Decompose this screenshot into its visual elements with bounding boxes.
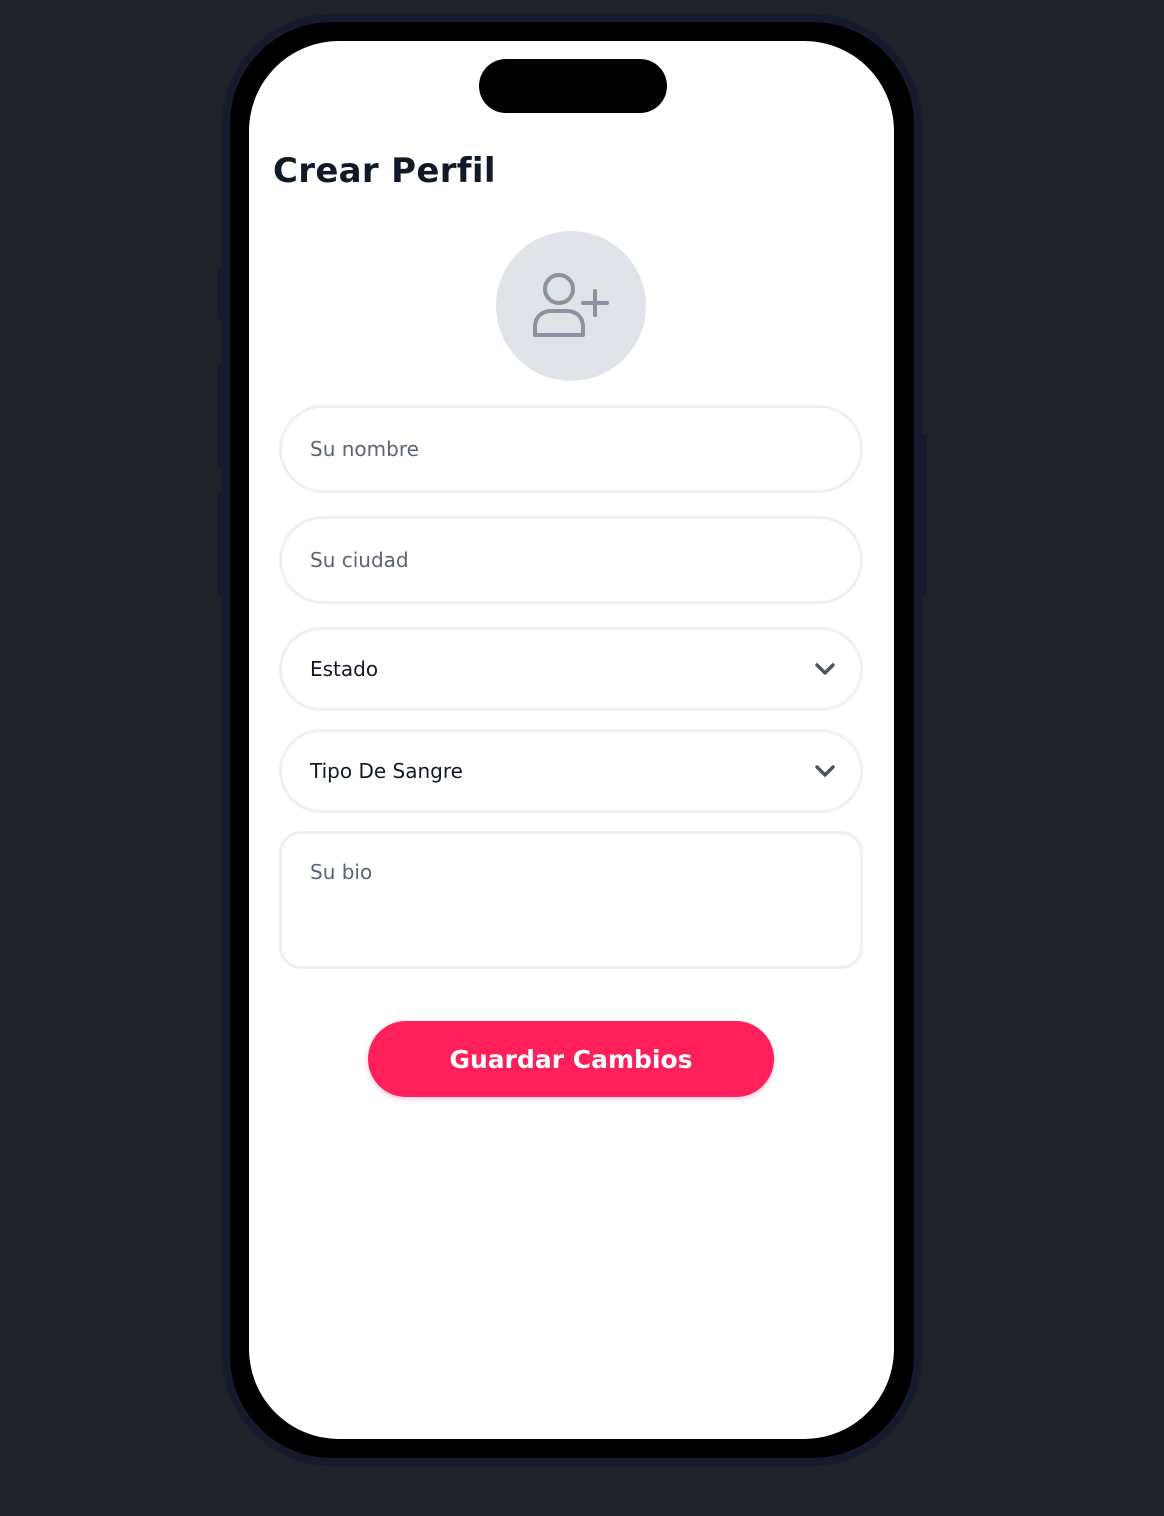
dynamic-island: [479, 59, 667, 113]
save-changes-button[interactable]: Guardar Cambios: [368, 1021, 774, 1097]
avatar-upload-button[interactable]: [496, 231, 646, 381]
blood-type-select-label: Tipo De Sangre: [310, 759, 463, 783]
city-field[interactable]: [279, 516, 863, 604]
chevron-down-icon: [815, 765, 835, 777]
phone-screen: Crear Perfil Estado Tipo De Sangre: [249, 41, 894, 1439]
device-stage: Crear Perfil Estado Tipo De Sangre: [0, 0, 1164, 1516]
chevron-down-icon: [815, 663, 835, 675]
name-field[interactable]: [279, 405, 863, 493]
blood-type-select[interactable]: Tipo De Sangre: [279, 729, 863, 813]
page-title: Crear Perfil: [273, 151, 496, 191]
user-plus-icon: [533, 273, 609, 337]
bio-field[interactable]: [279, 831, 863, 969]
state-select[interactable]: Estado: [279, 627, 863, 711]
bio-textarea[interactable]: [310, 860, 832, 940]
name-input[interactable]: [310, 437, 836, 461]
city-input[interactable]: [310, 548, 836, 572]
state-select-label: Estado: [310, 657, 379, 681]
